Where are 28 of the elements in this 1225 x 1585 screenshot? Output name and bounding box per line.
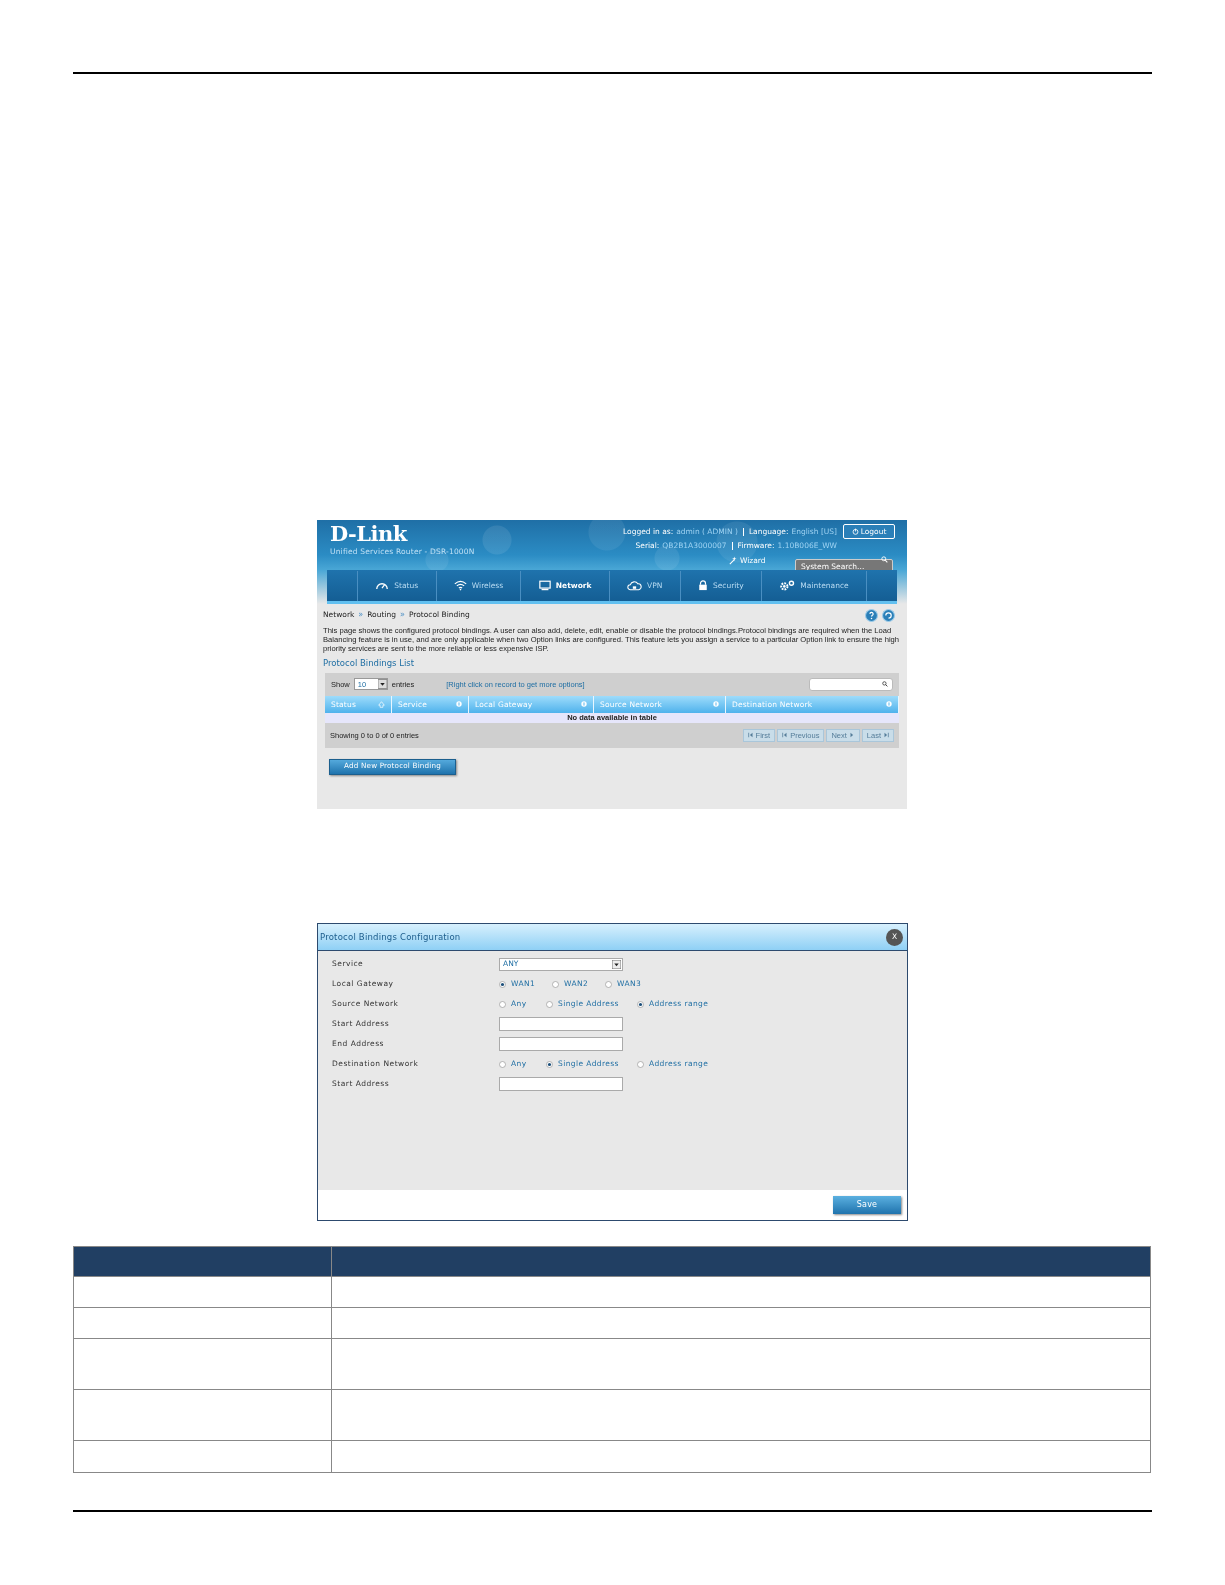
save-button[interactable]: Save: [833, 1196, 901, 1214]
breadcrumb-separator: »: [400, 609, 405, 621]
breadcrumb-separator: »: [358, 609, 364, 621]
search-icon: [881, 556, 888, 563]
search-icon: [882, 681, 888, 688]
wifi-icon: [453, 580, 467, 591]
monitor-icon: [538, 580, 551, 591]
gauge-icon: [375, 580, 390, 591]
section-title: Protocol Bindings List: [322, 657, 416, 670]
logo: D-Link: [330, 523, 407, 545]
address-input[interactable]: [499, 1017, 623, 1031]
refresh-icon: [882, 608, 895, 622]
gears-icon: [779, 580, 796, 591]
previous-page-icon: [782, 732, 789, 739]
next-page-icon: [848, 732, 855, 739]
table-search-field[interactable]: [809, 677, 893, 691]
address-input[interactable]: [499, 1037, 623, 1051]
first-page-icon: [747, 732, 754, 739]
last-page-icon: [883, 732, 889, 739]
help-icon: [865, 608, 878, 622]
cloud-lock-icon: [627, 580, 643, 591]
dialog-title: Protocol Bindings Configuration: [320, 930, 461, 944]
address-input[interactable]: [499, 1077, 623, 1091]
dropdown-arrow-icon: [377, 679, 387, 690]
lock-icon: [697, 580, 708, 591]
power-icon: [851, 528, 859, 535]
dropdown-arrow-icon: [612, 959, 621, 969]
magic-wand-icon: [728, 556, 737, 566]
